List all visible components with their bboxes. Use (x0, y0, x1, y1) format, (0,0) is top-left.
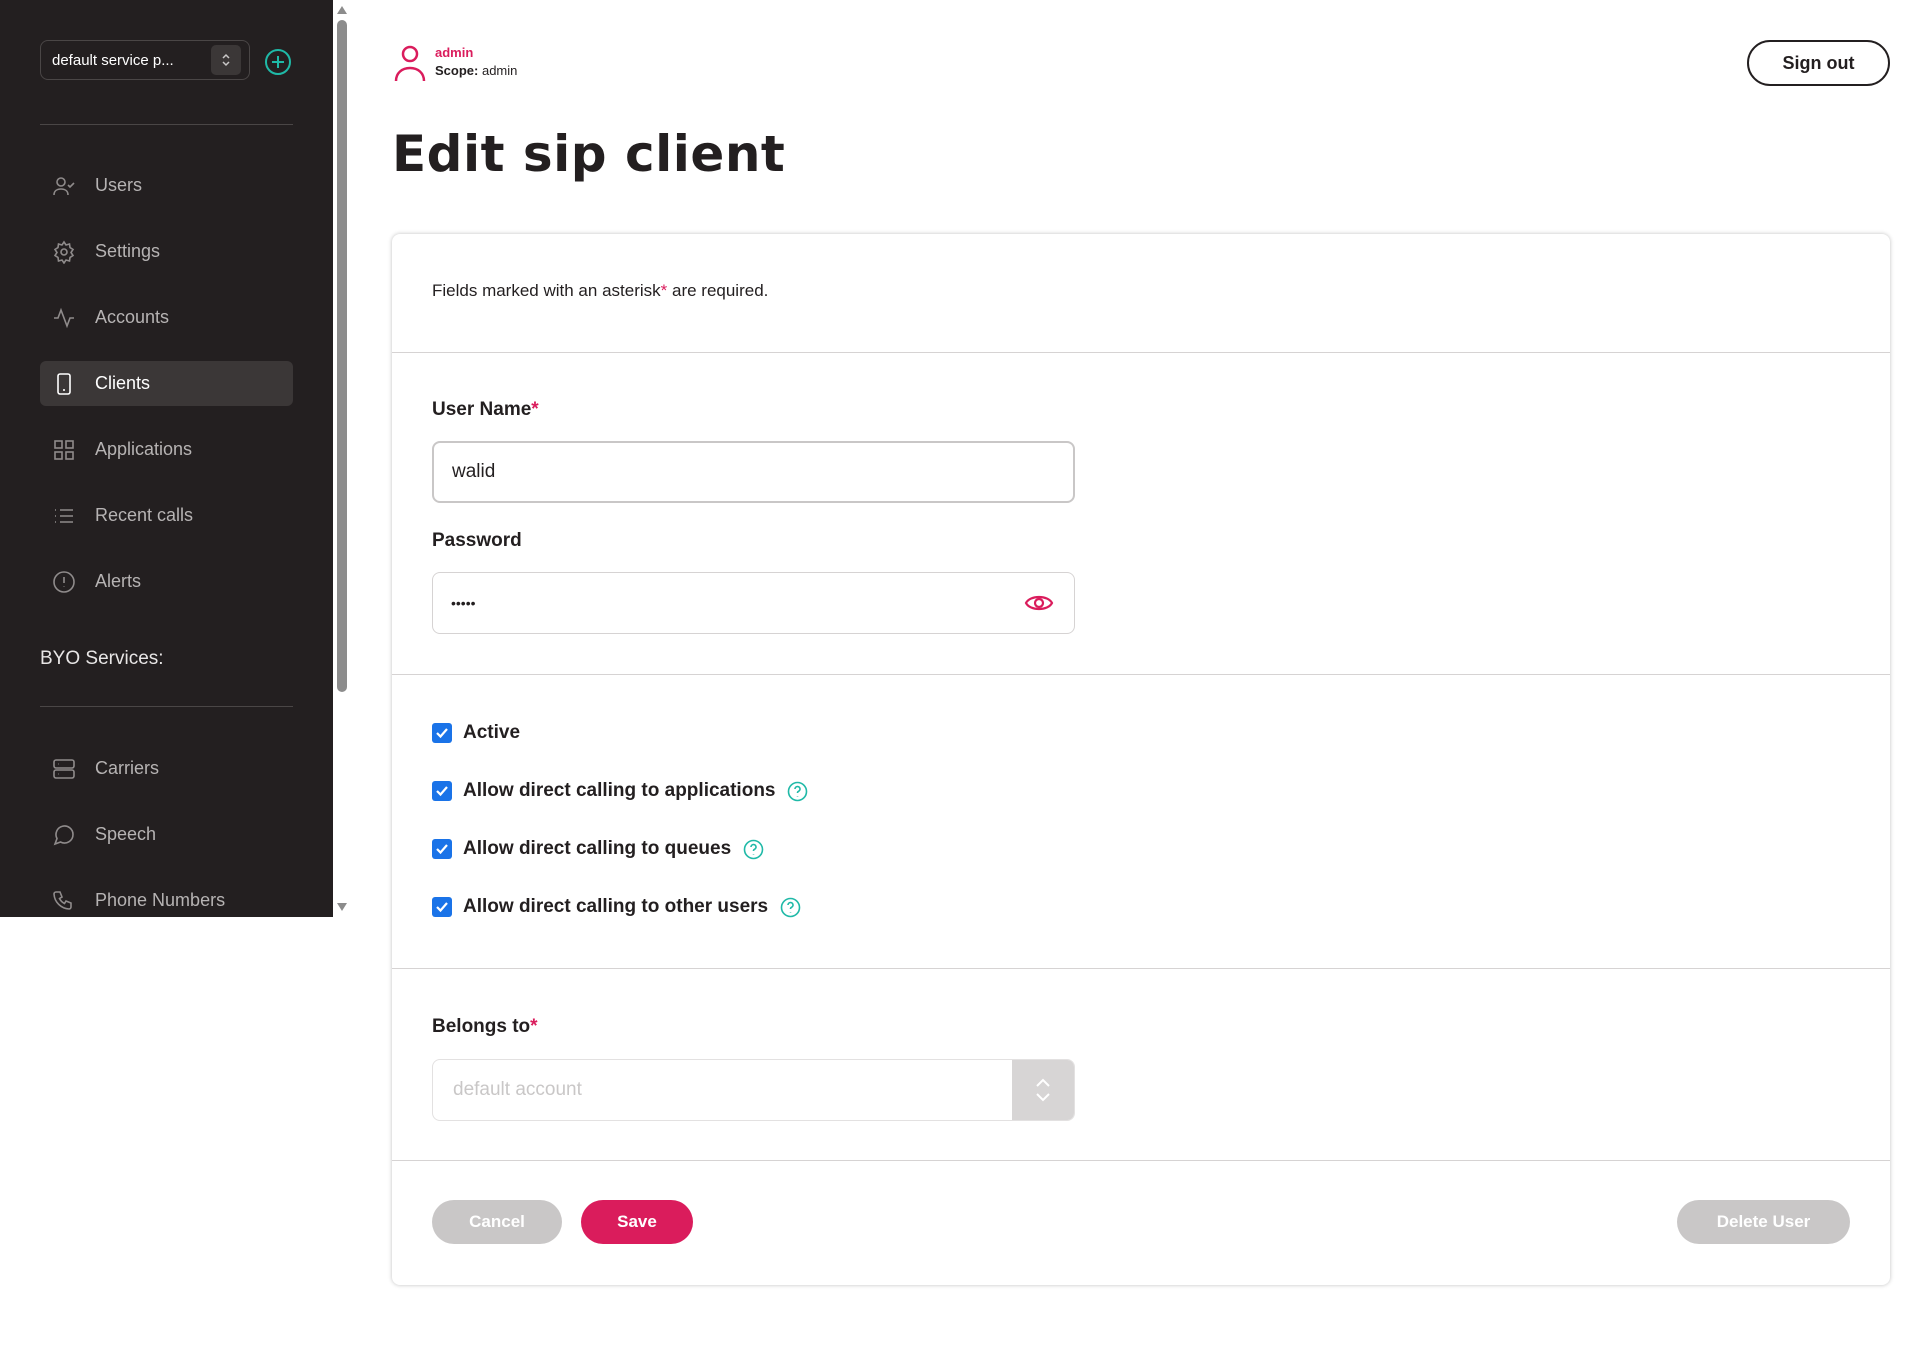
help-icon[interactable] (779, 896, 801, 918)
sidebar-item-applications[interactable]: Applications (40, 427, 293, 472)
username-label-text: User Name (432, 399, 532, 420)
service-provider-select[interactable]: default service p... (40, 40, 250, 80)
password-input[interactable]: ••••• (432, 572, 1075, 634)
sidebar: default service p... Users Settings Acco… (0, 0, 333, 917)
sidebar-item-label: Carriers (95, 758, 160, 778)
sidebar-item-label: Settings (95, 241, 161, 261)
sidebar-item-accounts[interactable]: Accounts (40, 295, 293, 340)
required-star: * (530, 1016, 538, 1037)
direct-calling-users-row[interactable]: Allow direct calling to other users (432, 896, 801, 918)
sidebar-item-recent-calls[interactable]: Recent calls (40, 493, 293, 538)
sidebar-divider (40, 124, 293, 125)
direct-calling-queues-checkbox[interactable] (432, 839, 452, 859)
active-checkbox-label: Active (463, 722, 521, 743)
smartphone-icon (50, 370, 78, 398)
sidebar-item-label: Clients (95, 373, 151, 393)
page-title: Edit sip client (392, 125, 786, 183)
scope-value: admin (481, 63, 518, 78)
sidebar-item-label: Recent calls (95, 505, 194, 525)
active-checkbox-row[interactable]: Active (432, 722, 520, 744)
required-star: * (531, 399, 539, 420)
section-divider (392, 968, 1890, 969)
sidebar-divider (40, 706, 293, 707)
sidebar-item-alerts[interactable]: Alerts (40, 559, 293, 604)
password-label: Password (432, 530, 522, 551)
username-input-value: walid (452, 461, 496, 482)
sidebar-item-users[interactable]: Users (40, 163, 293, 208)
direct-calling-users-checkbox[interactable] (432, 897, 452, 917)
message-circle-icon (50, 821, 78, 849)
required-note-text: Fields marked with an asterisk (432, 281, 661, 300)
alert-circle-icon (50, 568, 78, 596)
direct-calling-queues-row[interactable]: Allow direct calling to queues (432, 838, 764, 860)
scrollbar-thumb[interactable] (337, 20, 347, 692)
username: admin (435, 45, 474, 60)
belongs-to-label-text: Belongs to (432, 1016, 531, 1037)
direct-calling-queues-label: Allow direct calling to queues (463, 838, 732, 859)
username-label: User Name* (432, 399, 539, 421)
sidebar-item-phone-numbers[interactable]: Phone Numbers (40, 878, 293, 923)
list-icon (50, 502, 78, 530)
scroll-down-arrow-icon[interactable] (337, 903, 347, 911)
cancel-button[interactable]: Cancel (432, 1200, 562, 1244)
section-divider (392, 352, 1890, 353)
required-fields-note: Fields marked with an asterisk* are requ… (432, 281, 768, 301)
direct-calling-applications-row[interactable]: Allow direct calling to applications (432, 780, 809, 802)
section-divider (392, 1160, 1890, 1161)
sidebar-item-label: Users (95, 175, 143, 195)
belongs-to-select[interactable]: default account (432, 1059, 1075, 1121)
help-icon[interactable] (742, 838, 764, 860)
sidebar-scrollbar[interactable] (333, 0, 351, 917)
sidebar-item-label: Accounts (95, 307, 170, 327)
scroll-up-arrow-icon[interactable] (337, 6, 347, 14)
belongs-to-value: default account (453, 1079, 582, 1100)
active-checkbox[interactable] (432, 723, 452, 743)
users-icon (50, 172, 78, 200)
direct-calling-applications-checkbox[interactable] (432, 781, 452, 801)
sidebar-item-carriers[interactable]: Carriers (40, 746, 293, 791)
sign-out-button[interactable]: Sign out (1747, 40, 1890, 86)
direct-calling-applications-label: Allow direct calling to applications (463, 780, 776, 801)
eye-icon[interactable] (1022, 586, 1056, 620)
grid-icon (50, 436, 78, 464)
user-info: admin Scope: admin (393, 44, 517, 86)
scope-line: Scope: admin (435, 62, 517, 80)
user-icon (393, 44, 427, 86)
byo-services-heading: BYO Services: (40, 648, 164, 669)
belongs-to-label: Belongs to* (432, 1016, 538, 1038)
username-input[interactable]: walid (432, 441, 1075, 503)
chevron-up-down-icon[interactable] (1012, 1060, 1074, 1120)
server-icon (50, 755, 78, 783)
section-divider (392, 674, 1890, 675)
scope-label: Scope: (435, 63, 479, 78)
phone-icon (50, 887, 78, 915)
sidebar-item-label: Phone Numbers (95, 890, 226, 910)
gear-icon (50, 238, 78, 266)
delete-user-button[interactable]: Delete User (1677, 1200, 1850, 1244)
direct-calling-users-label: Allow direct calling to other users (463, 896, 769, 917)
sidebar-item-label: Alerts (95, 571, 142, 591)
chevron-up-down-icon (211, 45, 241, 75)
activity-icon (50, 304, 78, 332)
help-icon[interactable] (787, 780, 809, 802)
password-input-value: ••••• (451, 595, 476, 611)
required-note-text-end: are required. (667, 281, 769, 300)
sidebar-item-speech[interactable]: Speech (40, 812, 293, 857)
sidebar-item-label: Applications (95, 439, 193, 459)
sidebar-item-clients[interactable]: Clients (40, 361, 293, 406)
edit-client-form: Fields marked with an asterisk * are requ… (392, 234, 1890, 1285)
service-provider-value: default service p... (52, 51, 174, 69)
save-button[interactable]: Save (581, 1200, 693, 1244)
sidebar-item-settings[interactable]: Settings (40, 229, 293, 274)
add-service-provider-icon[interactable] (263, 47, 293, 77)
sidebar-item-label: Speech (95, 824, 157, 844)
